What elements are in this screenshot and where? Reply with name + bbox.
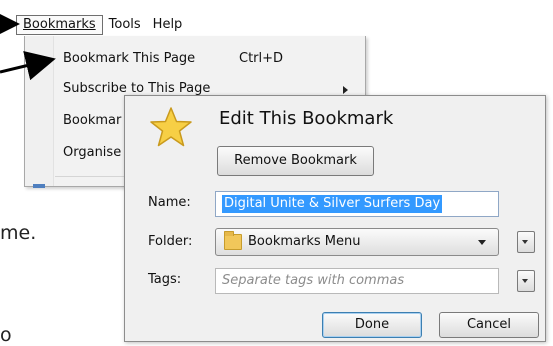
expand-folders-button[interactable] xyxy=(517,231,535,253)
folder-select[interactable]: Bookmarks Menu xyxy=(215,228,499,256)
remove-bookmark-button[interactable]: Remove Bookmark xyxy=(217,146,374,176)
tags-label: Tags: xyxy=(148,272,182,287)
background-text: o xyxy=(0,324,12,346)
arrow-to-bookmark-this-page xyxy=(0,51,56,81)
remove-bookmark-label: Remove Bookmark xyxy=(234,153,357,168)
folder-icon xyxy=(224,231,242,250)
chevron-down-icon xyxy=(522,279,528,283)
background-text: me. xyxy=(0,222,37,244)
cancel-button[interactable]: Cancel xyxy=(439,312,539,338)
name-input-value: Digital Unite & Silver Surfers Day xyxy=(222,195,443,213)
chevron-down-icon xyxy=(478,240,486,245)
folder-select-value: Bookmarks Menu xyxy=(248,234,361,249)
name-input[interactable]: Digital Unite & Silver Surfers Day xyxy=(215,191,499,217)
dialog-title: Edit This Bookmark xyxy=(219,108,394,129)
chevron-down-icon xyxy=(522,240,528,244)
folder-label: Folder: xyxy=(148,234,193,249)
edit-bookmark-dialog: Edit This Bookmark Remove Bookmark Name:… xyxy=(124,95,546,342)
done-label: Done xyxy=(354,317,390,332)
done-button[interactable]: Done xyxy=(322,312,422,338)
tags-placeholder: Separate tags with commas xyxy=(222,273,405,288)
cancel-label: Cancel xyxy=(466,317,512,332)
tags-input[interactable]: Separate tags with commas xyxy=(215,268,499,294)
star-icon xyxy=(150,107,192,147)
expand-tags-button[interactable] xyxy=(517,270,535,292)
name-label: Name: xyxy=(148,195,191,210)
